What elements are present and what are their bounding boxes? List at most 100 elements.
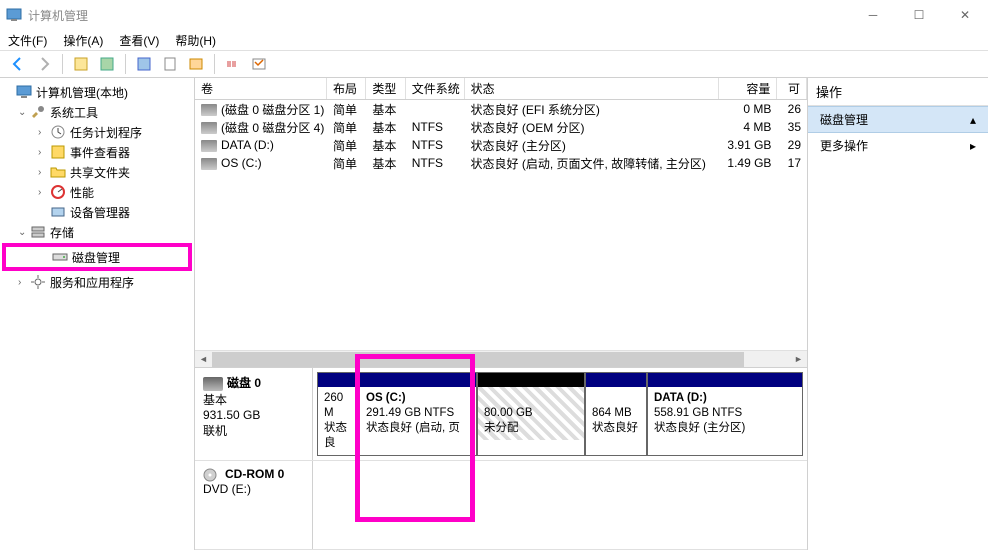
- tree-device-manager[interactable]: 设备管理器: [0, 202, 194, 222]
- maximize-button[interactable]: ☐: [896, 0, 942, 30]
- partition-os-c[interactable]: OS (C:) 291.49 GB NTFS 状态良好 (启动, 页: [359, 372, 477, 456]
- right-arrow-icon: ▸: [970, 139, 976, 153]
- actions-more[interactable]: 更多操作 ▸: [808, 133, 988, 158]
- toolbar-btn-3[interactable]: [132, 53, 156, 75]
- partition-unallocated[interactable]: 80.00 GB未分配: [477, 372, 585, 456]
- main-panel: 卷 布局 类型 文件系统 状态 容量 可 (磁盘 0 磁盘分区 1)简单基本状态…: [195, 78, 808, 550]
- tree-label: 共享文件夹: [70, 164, 130, 181]
- disk-status: 联机: [203, 424, 227, 438]
- cdrom-icon: [203, 468, 221, 482]
- col-capacity[interactable]: 容量: [719, 78, 778, 99]
- part-size: 291.49 GB NTFS: [366, 407, 454, 419]
- cdrom-row[interactable]: CD-ROM 0 DVD (E:): [195, 461, 807, 550]
- storage-icon: [30, 224, 46, 240]
- toolbar-btn-1[interactable]: [69, 53, 93, 75]
- scroll-thumb[interactable]: [212, 352, 744, 367]
- menu-action[interactable]: 操作(A): [63, 32, 103, 49]
- actions-label: 更多操作: [820, 137, 868, 154]
- tree-task-scheduler[interactable]: › 任务计划程序: [0, 122, 194, 142]
- app-icon: [6, 7, 22, 23]
- actions-panel: 操作 磁盘管理 ▴ 更多操作 ▸: [808, 78, 988, 550]
- col-type[interactable]: 类型: [366, 78, 405, 99]
- part-status: 状态良好 (主分区): [654, 422, 745, 434]
- tree-label: 任务计划程序: [70, 124, 142, 141]
- tree-root[interactable]: 计算机管理(本地): [0, 82, 194, 102]
- volume-list[interactable]: (磁盘 0 磁盘分区 1)简单基本状态良好 (EFI 系统分区)0 MB26(磁…: [195, 100, 807, 350]
- tree-performance[interactable]: › 性能: [0, 182, 194, 202]
- col-fs[interactable]: 文件系统: [406, 78, 465, 99]
- tree-disk-management[interactable]: 磁盘管理: [6, 247, 188, 267]
- toolbar-btn-4[interactable]: [158, 53, 182, 75]
- performance-icon: [50, 184, 66, 200]
- menu-file[interactable]: 文件(F): [8, 32, 47, 49]
- disk-icon: [203, 377, 223, 391]
- part-size: 864 MB: [592, 407, 632, 419]
- disk-0-row[interactable]: 磁盘 0 基本 931.50 GB 联机 260 M状态良 OS (C:) 291…: [195, 368, 807, 461]
- part-title: DATA (D:): [654, 392, 707, 404]
- highlight-disk-management: 磁盘管理: [2, 243, 192, 271]
- horizontal-scrollbar[interactable]: ◄ ►: [195, 350, 807, 367]
- partition-0[interactable]: 260 M状态良: [317, 372, 359, 456]
- event-icon: [50, 144, 66, 160]
- volume-row[interactable]: (磁盘 0 磁盘分区 1)简单基本状态良好 (EFI 系统分区)0 MB26: [195, 100, 807, 118]
- disk-0-partitions: 260 M状态良 OS (C:) 291.49 GB NTFS 状态良好 (启动, …: [313, 368, 807, 460]
- back-button[interactable]: [6, 53, 30, 75]
- tree-label: 系统工具: [50, 104, 98, 121]
- minimize-button[interactable]: ─: [850, 0, 896, 30]
- computer-icon: [16, 84, 32, 100]
- scroll-track[interactable]: [212, 351, 790, 368]
- volume-row[interactable]: DATA (D:)简单基本NTFS状态良好 (主分区)3.91 GB29: [195, 136, 807, 154]
- col-layout[interactable]: 布局: [327, 78, 366, 99]
- disk-title: 磁盘 0: [227, 376, 261, 390]
- disk-layout-panel: 磁盘 0 基本 931.50 GB 联机 260 M状态良 OS (C:) 291…: [195, 367, 807, 550]
- toolbar-btn-6[interactable]: [221, 53, 245, 75]
- part-status: 状态良好 (启动, 页: [366, 422, 460, 434]
- partition-stripe: [318, 373, 358, 387]
- partition-3[interactable]: 864 MB状态良好: [585, 372, 647, 456]
- volume-row[interactable]: (磁盘 0 磁盘分区 4)简单基本NTFS状态良好 (OEM 分区)4 MB35: [195, 118, 807, 136]
- scroll-right[interactable]: ►: [790, 351, 807, 368]
- window-title: 计算机管理: [28, 7, 88, 24]
- forward-button[interactable]: [32, 53, 56, 75]
- partition-stripe: [648, 373, 802, 387]
- tree-system-tools[interactable]: ⌄ 系统工具: [0, 102, 194, 122]
- tree-shared-folders[interactable]: › 共享文件夹: [0, 162, 194, 182]
- actions-header: 操作: [808, 78, 988, 106]
- clock-icon: [50, 124, 66, 140]
- disk-type: 基本: [203, 393, 227, 407]
- tree-storage[interactable]: ⌄ 存储: [0, 222, 194, 242]
- menu-view[interactable]: 查看(V): [119, 32, 159, 49]
- col-status[interactable]: 状态: [465, 78, 719, 99]
- part-title: OS (C:): [366, 392, 406, 404]
- disk-size: 931.50 GB: [203, 408, 260, 422]
- actions-disk-management[interactable]: 磁盘管理 ▴: [808, 106, 988, 133]
- toolbar-btn-2[interactable]: [95, 53, 119, 75]
- tree-root-label: 计算机管理(本地): [36, 84, 128, 101]
- close-button[interactable]: ✕: [942, 0, 988, 30]
- tree-label: 事件查看器: [70, 144, 130, 161]
- tree-label: 服务和应用程序: [50, 274, 134, 291]
- device-icon: [50, 204, 66, 220]
- toolbar-btn-7[interactable]: [247, 53, 271, 75]
- title-bar: 计算机管理 ─ ☐ ✕: [0, 0, 988, 30]
- toolbar: [0, 50, 988, 78]
- part-size: 558.91 GB NTFS: [654, 407, 742, 419]
- tree-services[interactable]: › 服务和应用程序: [0, 272, 194, 292]
- tools-icon: [30, 104, 46, 120]
- tree-event-viewer[interactable]: › 事件查看器: [0, 142, 194, 162]
- partition-stripe: [478, 373, 584, 387]
- part-size: 260 M: [324, 392, 343, 419]
- toolbar-btn-5[interactable]: [184, 53, 208, 75]
- cdrom-label: CD-ROM 0 DVD (E:): [195, 461, 313, 549]
- volume-row[interactable]: OS (C:)简单基本NTFS状态良好 (启动, 页面文件, 故障转储, 主分区…: [195, 154, 807, 172]
- partition-data-d[interactable]: DATA (D:) 558.91 GB NTFS 状态良好 (主分区): [647, 372, 803, 456]
- col-free[interactable]: 可: [777, 78, 807, 99]
- cdrom-drive: DVD (E:): [203, 482, 251, 496]
- col-volume[interactable]: 卷: [195, 78, 327, 99]
- cdrom-parts: [313, 461, 807, 549]
- volume-list-header: 卷 布局 类型 文件系统 状态 容量 可: [195, 78, 807, 100]
- window-controls: ─ ☐ ✕: [850, 0, 988, 30]
- scroll-left[interactable]: ◄: [195, 351, 212, 368]
- menu-help[interactable]: 帮助(H): [175, 32, 216, 49]
- tree-label: 性能: [70, 184, 94, 201]
